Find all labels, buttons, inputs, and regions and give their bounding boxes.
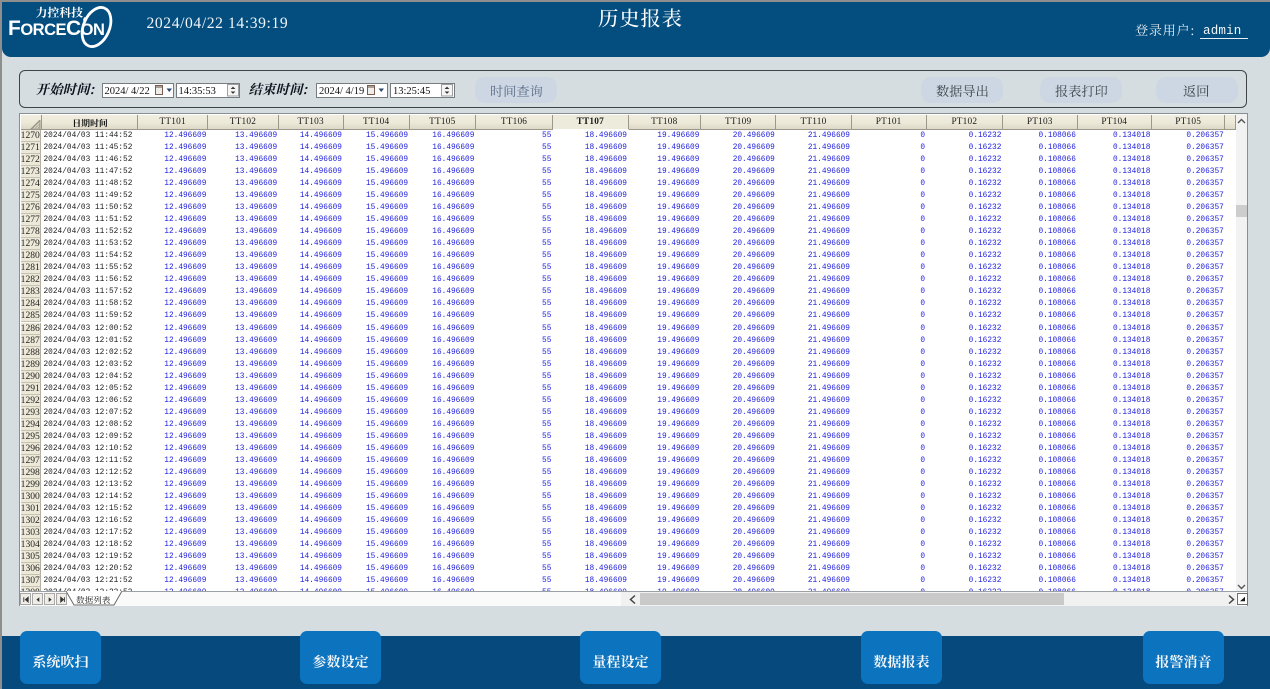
svg-text:FORCECON: FORCECON xyxy=(8,17,104,40)
